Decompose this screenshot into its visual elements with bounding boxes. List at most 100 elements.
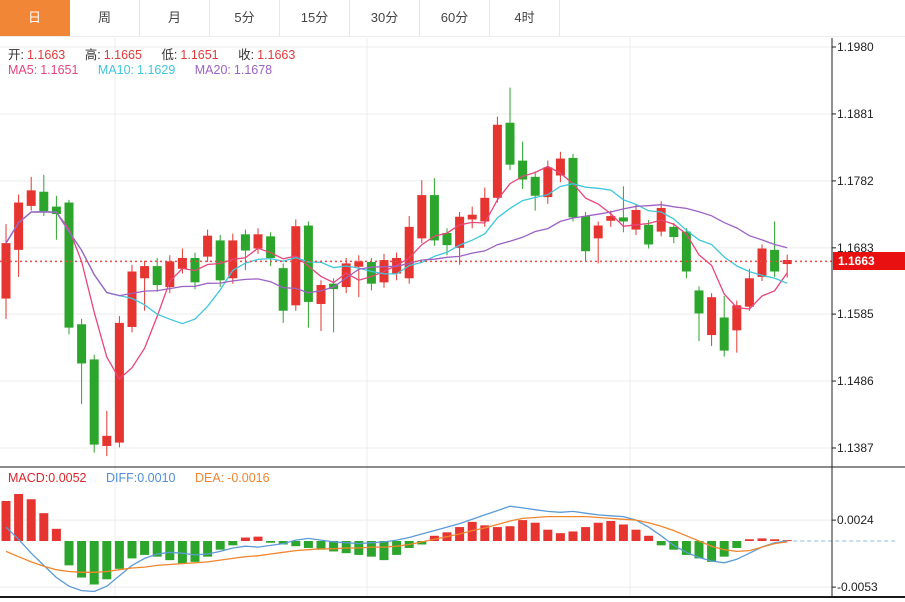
tab-5min[interactable]: 5分 (210, 0, 280, 36)
macd-hist-bar (581, 527, 590, 541)
open-label: 开: (8, 48, 24, 62)
macd-hist-bar (556, 533, 565, 541)
macd-axis-label: -0.0053 (837, 580, 878, 594)
candle-body (455, 217, 464, 248)
macd-hist-bar (128, 541, 137, 558)
candle-body (632, 210, 641, 230)
candle-body (39, 192, 48, 212)
ma20-line (6, 205, 787, 296)
candle-body (115, 323, 124, 443)
macd-hist-bar (657, 541, 666, 545)
macd-hist-bar (745, 539, 754, 541)
candle-body (241, 234, 250, 250)
macd-hist-bar (2, 501, 11, 541)
candle-body (468, 215, 477, 220)
candle-body (682, 232, 691, 272)
macd-hist-bar (569, 531, 578, 541)
candle-body (65, 203, 74, 328)
macd-hist-bar (732, 541, 741, 548)
candle-body (720, 317, 729, 350)
candle-body (732, 305, 741, 330)
macd-hist-bar (254, 537, 263, 541)
candle-body (430, 195, 439, 240)
tab-4hour[interactable]: 4时 (490, 0, 560, 36)
candle-body (417, 195, 426, 238)
candle-body (317, 285, 326, 304)
ma10-label: MA10: (98, 63, 134, 77)
tab-day[interactable]: 日 (0, 0, 70, 36)
candle-body (405, 227, 414, 278)
candle-body (354, 261, 363, 266)
price-axis-label: 1.1980 (837, 40, 874, 54)
candle-body (279, 268, 288, 311)
tab-60min[interactable]: 60分 (420, 0, 490, 36)
candle-body (594, 226, 603, 239)
candle-body (493, 125, 502, 198)
candle-body (758, 249, 767, 277)
candlestick-chart[interactable] (0, 0, 905, 602)
macd-hist-bar (65, 541, 74, 565)
close-value: 1.1663 (257, 48, 295, 62)
ma-legend: MA5:1.1651 MA10:1.1629 MA20:1.1678 (8, 63, 272, 77)
ma5-value: 1.1651 (40, 63, 78, 77)
macd-hist-bar (115, 541, 124, 569)
chart-canvas[interactable] (0, 0, 905, 602)
candle-body (254, 234, 263, 248)
kline-app: 日 周 月 5分 15分 30分 60分 4时 开: 1.1663 高: 1.166… (0, 0, 905, 602)
candle-body (140, 266, 149, 278)
candle-body (506, 123, 515, 165)
tab-15min[interactable]: 15分 (280, 0, 350, 36)
macd-label: MACD: (8, 471, 48, 485)
period-tabbar: 日 周 月 5分 15分 30分 60分 4时 (0, 0, 905, 37)
macd-hist-bar (493, 527, 502, 541)
candle-body (153, 266, 162, 285)
macd-hist-bar (304, 541, 313, 548)
candle-body (216, 240, 225, 280)
macd-hist-bar (27, 499, 36, 541)
macd-hist-bar (380, 541, 389, 560)
macd-hist-bar (770, 539, 779, 541)
macd-hist-bar (291, 541, 300, 546)
current-price-badge: 1.1663 (833, 252, 905, 270)
diff-value: 0.0010 (137, 471, 175, 485)
candle-body (2, 243, 11, 298)
price-axis-label: 1.1881 (837, 107, 874, 121)
macd-hist-bar (90, 541, 99, 585)
price-axis-label: 1.1782 (837, 174, 874, 188)
candle-body (178, 258, 187, 269)
candle-body (581, 216, 590, 251)
ma20-value: 1.1678 (234, 63, 272, 77)
macd-hist-bar (102, 541, 111, 579)
macd-hist-bar (216, 541, 225, 550)
candle-body (291, 226, 300, 305)
ohlc-legend: 开:1.1663 高:1.1665 低:1.1651 收:1.1663 (8, 44, 295, 63)
macd-hist-bar (758, 538, 767, 541)
candle-body (367, 262, 376, 284)
candle-body (102, 436, 111, 446)
macd-hist-bar (241, 538, 250, 541)
tab-week[interactable]: 周 (70, 0, 140, 36)
price-axis-label: 1.1486 (837, 374, 874, 388)
candle-body (128, 272, 137, 327)
candle-body (644, 225, 653, 245)
ma5-label: MA5: (8, 63, 37, 77)
macd-hist-bar (178, 541, 187, 564)
candle-body (14, 203, 23, 250)
low-value: 1.1651 (180, 48, 218, 62)
candle-body (531, 177, 540, 196)
candle-body (27, 190, 36, 206)
macd-hist-bar (543, 530, 552, 541)
macd-hist-bar (392, 541, 401, 555)
macd-hist-bar (165, 541, 174, 560)
macd-hist-bar (619, 524, 628, 541)
macd-hist-bar (506, 526, 515, 541)
tab-30min[interactable]: 30分 (350, 0, 420, 36)
tab-month[interactable]: 月 (140, 0, 210, 36)
macd-hist-bar (531, 523, 540, 541)
macd-hist-bar (228, 541, 237, 545)
macd-hist-bar (191, 541, 200, 562)
candle-body (695, 290, 704, 313)
high-label: 高: (85, 48, 101, 62)
candle-body (619, 217, 628, 221)
candle-body (90, 359, 99, 444)
